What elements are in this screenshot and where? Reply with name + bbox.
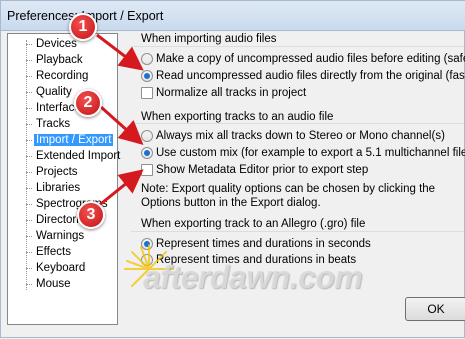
tree-item-label: Tracks xyxy=(36,118,71,130)
tree-item-mouse[interactable]: Mouse xyxy=(26,276,73,292)
tree-item-label: Quality xyxy=(36,86,72,98)
checkbox[interactable] xyxy=(141,164,153,176)
radio-button[interactable] xyxy=(141,254,153,266)
tree-item-playback[interactable]: Playback xyxy=(26,52,85,68)
tree-item-label: Projects xyxy=(36,166,78,178)
option-label: Read uncompressed audio files directly f… xyxy=(156,70,465,82)
always-mix-option[interactable]: Always mix all tracks down to Stereo or … xyxy=(141,129,445,144)
tree-item-projects[interactable]: Projects xyxy=(26,164,80,180)
option-label: Show Metadata Editor prior to export ste… xyxy=(156,164,369,176)
callout-badge-2: 2 xyxy=(74,89,102,117)
option-label: Represent times and durations in seconds xyxy=(156,238,371,250)
option-label: Normalize all tracks in project xyxy=(156,87,307,99)
tree-item-label: Warnings xyxy=(36,230,85,242)
tree-item-label: Playback xyxy=(36,54,83,66)
tree-item-label: Keyboard xyxy=(36,262,86,274)
tree-item-label: Libraries xyxy=(36,182,81,194)
allegro-group-divider xyxy=(131,231,464,232)
callout-badge-3: 3 xyxy=(77,201,105,229)
radio-button[interactable] xyxy=(141,130,153,142)
tree-item-label: Recording xyxy=(36,70,89,82)
tree-item-effects[interactable]: Effects xyxy=(26,244,73,260)
tree-item-libraries[interactable]: Libraries xyxy=(26,180,82,196)
tree-item-quality[interactable]: Quality xyxy=(26,84,74,100)
radio-button[interactable] xyxy=(141,70,153,82)
read-directly-option[interactable]: Read uncompressed audio files directly f… xyxy=(141,69,465,84)
times-beats-option[interactable]: Represent times and durations in beats xyxy=(141,253,356,268)
callout-badge-1: 1 xyxy=(69,13,97,41)
tree-item-devices[interactable]: Devices xyxy=(26,36,79,52)
import-group-title: When importing audio files xyxy=(141,33,277,45)
tree-item-import-export[interactable]: Import / Export xyxy=(26,132,114,148)
tree-item-label: Extended Import xyxy=(36,150,121,162)
radio-button[interactable] xyxy=(141,238,153,250)
normalize-tracks-option[interactable]: Normalize all tracks in project xyxy=(141,86,306,101)
option-label: Always mix all tracks down to Stereo or … xyxy=(156,130,445,142)
metadata-editor-option[interactable]: Show Metadata Editor prior to export ste… xyxy=(141,163,368,178)
tree-item-extended-import[interactable]: Extended Import xyxy=(26,148,122,164)
tree-item-label: Mouse xyxy=(36,278,71,290)
custom-mix-option[interactable]: Use custom mix (for example to export a … xyxy=(141,146,465,161)
tree-item-tracks[interactable]: Tracks xyxy=(26,116,72,132)
export-group-divider xyxy=(131,123,464,124)
export-quality-note: Note: Export quality options can be chos… xyxy=(141,183,436,209)
checkbox[interactable] xyxy=(141,87,153,99)
tree-item-label: Devices xyxy=(36,38,77,50)
option-label: Make a copy of uncompressed audio files … xyxy=(156,53,465,65)
tree-item-keyboard[interactable]: Keyboard xyxy=(26,260,87,276)
allegro-group-title: When exporting track to an Allegro (.gro… xyxy=(141,218,366,230)
import-group-divider xyxy=(131,46,464,47)
preferences-dialog: Preferences: Import / Export Devices Pla… xyxy=(0,0,465,338)
radio-button[interactable] xyxy=(141,147,153,159)
tree-item-recording[interactable]: Recording xyxy=(26,68,90,84)
preferences-tree[interactable]: Devices Playback Recording Quality Inter… xyxy=(7,33,120,325)
times-seconds-option[interactable]: Represent times and durations in seconds xyxy=(141,237,371,252)
export-group-title: When exporting tracks to an audio file xyxy=(141,111,334,123)
make-copy-option[interactable]: Make a copy of uncompressed audio files … xyxy=(141,52,465,67)
ok-button[interactable]: OK xyxy=(405,297,465,321)
tree-item-warnings[interactable]: Warnings xyxy=(26,228,86,244)
radio-button[interactable] xyxy=(141,53,153,65)
option-label: Use custom mix (for example to export a … xyxy=(156,147,465,159)
tree-item-label: Import / Export xyxy=(34,134,114,146)
tree-item-label: Effects xyxy=(36,246,71,258)
option-label: Represent times and durations in beats xyxy=(156,254,357,266)
